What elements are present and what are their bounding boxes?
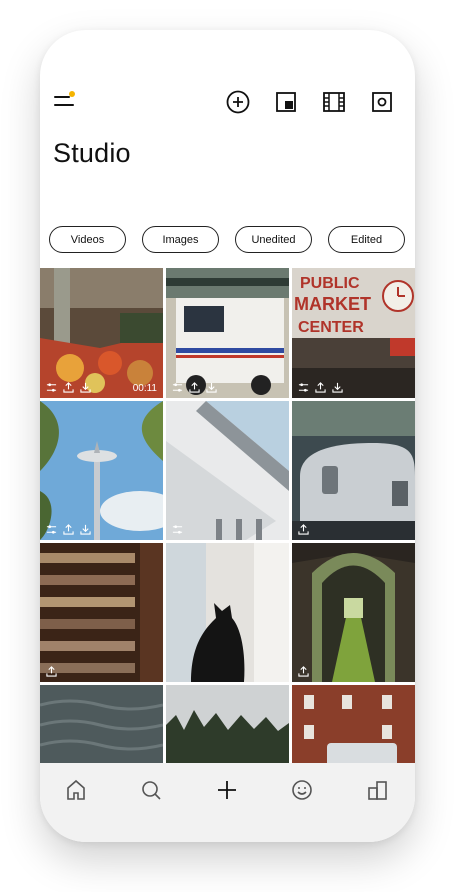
page-title: Studio [53, 138, 131, 168]
media-tile-market-produce[interactable]: 00:11 [40, 268, 163, 398]
home-icon[interactable] [63, 777, 89, 803]
add-circle-icon[interactable] [226, 90, 250, 114]
adjust-icon[interactable] [46, 382, 57, 393]
share-icon[interactable] [298, 666, 309, 677]
filter-chips: Videos Images Unedited Edited [49, 226, 409, 256]
share-icon[interactable] [189, 382, 200, 393]
tile-badges [46, 524, 91, 535]
svg-text:PUBLIC: PUBLIC [300, 275, 360, 292]
share-icon[interactable] [315, 382, 326, 393]
media-tile-public-market-sign[interactable]: PUBLIC MARKET CENTER [292, 268, 415, 398]
library-icon[interactable] [365, 777, 391, 803]
menu-icon [54, 96, 70, 98]
media-tile-bookstore[interactable] [40, 543, 163, 682]
media-tile-forest-path[interactable] [292, 543, 415, 682]
share-icon[interactable] [298, 524, 309, 535]
video-duration: 00:11 [132, 383, 157, 394]
tile-badges [298, 382, 343, 393]
media-tile-treeline[interactable] [166, 685, 289, 768]
tile-badges [46, 666, 57, 677]
plus-icon[interactable] [214, 777, 240, 803]
svg-text:MARKET: MARKET [294, 294, 371, 314]
film-icon[interactable] [322, 90, 346, 114]
tile-badges [298, 666, 309, 677]
phone-screen: Studio Videos Images Unedited Edited 00:… [40, 30, 415, 842]
download-icon[interactable] [80, 524, 91, 535]
filter-edited[interactable]: Edited [328, 226, 405, 253]
media-tile-delivery-truck[interactable] [166, 268, 289, 398]
tile-badges [172, 382, 217, 393]
media-tile-airstream-trailer[interactable] [292, 401, 415, 540]
smile-icon[interactable] [289, 777, 315, 803]
share-icon[interactable] [63, 382, 74, 393]
media-tile-brick-building[interactable] [292, 685, 415, 768]
adjust-icon[interactable] [298, 382, 309, 393]
filter-images[interactable]: Images [142, 226, 219, 253]
filter-unedited[interactable]: Unedited [235, 226, 312, 253]
menu-button[interactable] [54, 91, 78, 110]
picture-in-picture-icon[interactable] [274, 90, 298, 114]
filter-videos[interactable]: Videos [49, 226, 126, 253]
download-icon[interactable] [80, 382, 91, 393]
menu-icon-line [54, 104, 74, 106]
svg-text:CENTER: CENTER [298, 319, 364, 336]
tile-badges [46, 382, 91, 393]
media-tile-black-cat[interactable] [166, 543, 289, 682]
adjust-icon[interactable] [46, 524, 57, 535]
share-icon[interactable] [46, 666, 57, 677]
adjust-icon[interactable] [172, 382, 183, 393]
tile-badges [172, 524, 183, 535]
media-tile-modern-building[interactable] [166, 401, 289, 540]
media-tile-space-needle[interactable] [40, 401, 163, 540]
media-grid: 00:11 PUBLIC MARKET CENTER [40, 268, 415, 768]
notification-dot [69, 91, 75, 97]
download-icon[interactable] [206, 382, 217, 393]
camera-icon[interactable] [370, 90, 394, 114]
media-tile-water[interactable] [40, 685, 163, 768]
tile-badges [298, 524, 309, 535]
share-icon[interactable] [63, 524, 74, 535]
search-icon[interactable] [138, 777, 164, 803]
download-icon[interactable] [332, 382, 343, 393]
adjust-icon[interactable] [172, 524, 183, 535]
tab-bar [40, 763, 415, 842]
